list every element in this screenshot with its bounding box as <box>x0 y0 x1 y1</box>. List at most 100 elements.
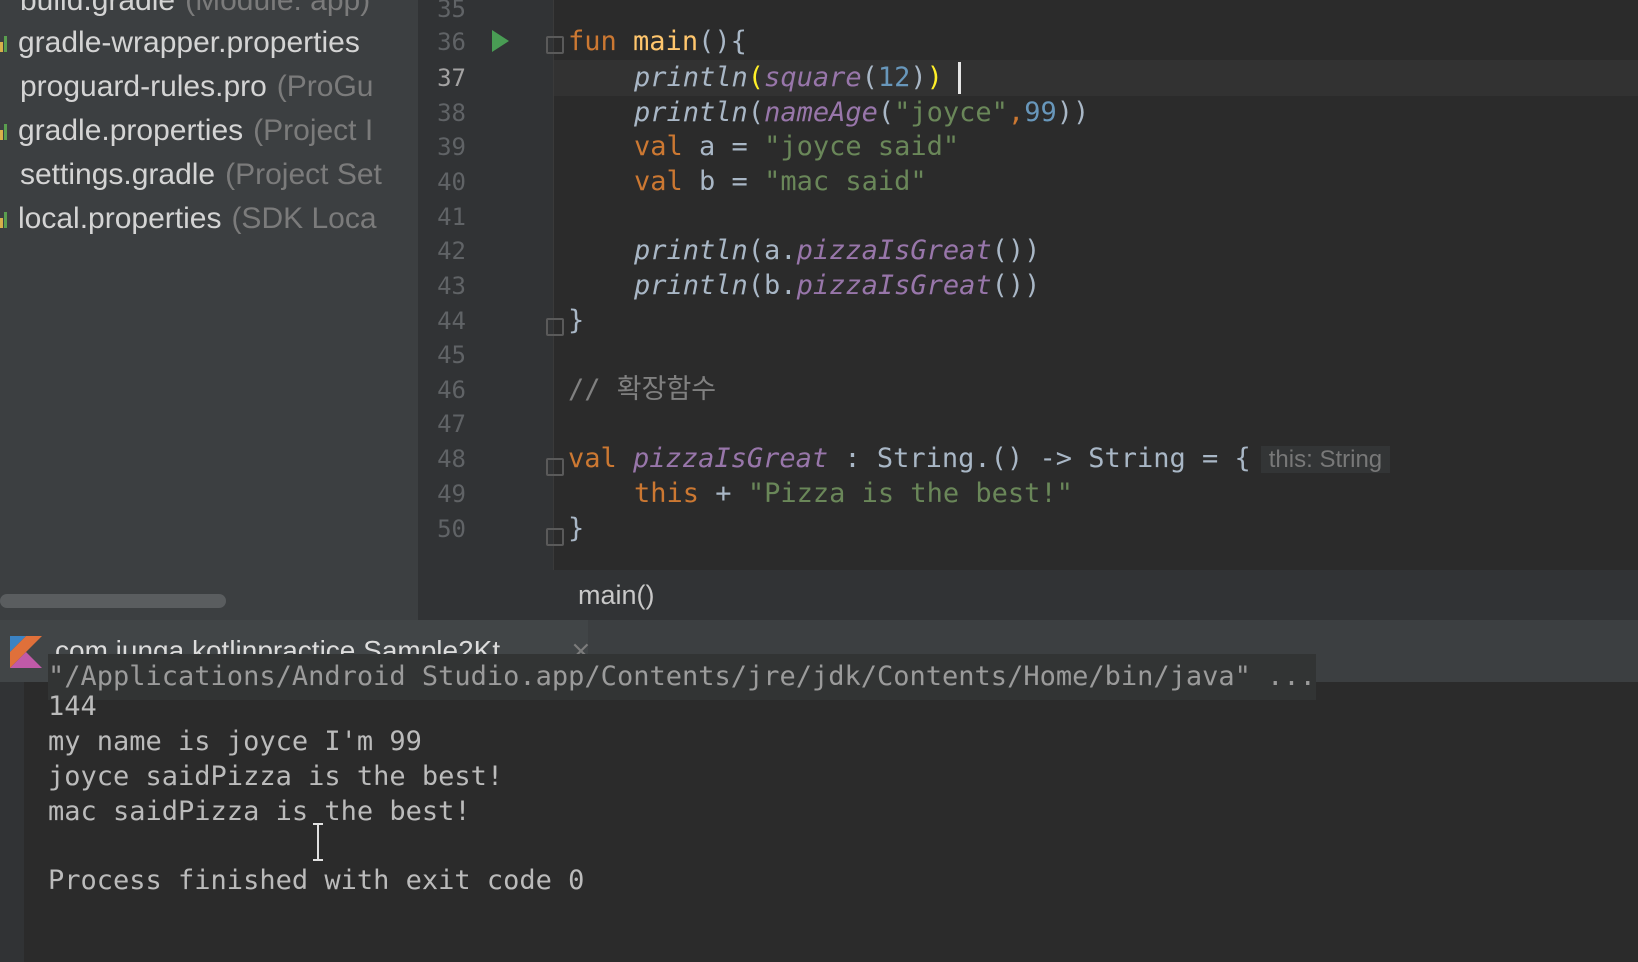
code-line-50: } <box>568 511 584 547</box>
inlay-type-hint: this: String <box>1260 446 1391 473</box>
tree-item-hint: (ProGu <box>276 70 374 103</box>
token-string: "joyce" <box>894 97 1008 128</box>
token-call: square <box>764 62 862 93</box>
tree-item-gradle-wrapper-properties[interactable]: gradle-wrapper.properties <box>0 20 360 66</box>
token-string: "Pizza is the best!" <box>747 478 1073 509</box>
tree-item-label: local.properties <box>18 202 222 235</box>
code-line-46: // 확장함수 <box>568 372 716 408</box>
tree-item-label: gradle-wrapper.properties <box>18 26 360 59</box>
token-punct: ( <box>877 97 895 128</box>
line-number: 42 <box>437 237 466 265</box>
token-punct: (){ <box>698 26 747 57</box>
tree-horizontal-scrollbar[interactable] <box>0 594 226 608</box>
code-line-38: println(nameAge("joyce",99)) <box>634 95 1089 131</box>
code-line-44: } <box>568 303 584 339</box>
tree-item-hint: (Project Set <box>225 158 382 191</box>
line-number: 46 <box>437 376 466 404</box>
line-number: 36 <box>437 28 466 56</box>
token-number: 12 <box>877 62 911 93</box>
console-line: mac saidPizza is the best! <box>48 796 471 827</box>
code-line-37: println(square(12)) <box>634 60 943 96</box>
token-call: println <box>634 97 748 128</box>
line-number: 37 <box>437 64 466 92</box>
code-line-49: this + "Pizza is the best!" <box>634 476 1073 512</box>
token-brace-match: ) <box>926 62 943 93</box>
code-line-36: fun main(){ <box>568 24 747 60</box>
token-punct: ) <box>910 62 927 93</box>
token-string: "joyce said" <box>764 131 960 162</box>
line-number: 38 <box>437 99 466 127</box>
line-number: 45 <box>437 341 466 369</box>
line-number: 47 <box>437 410 466 438</box>
token-plain: + <box>699 478 748 509</box>
console-gutter <box>0 682 24 962</box>
token-plain: a = <box>682 131 765 162</box>
line-number: 49 <box>437 480 466 508</box>
token-call: nameAge <box>764 97 878 128</box>
token-call: pizzaIsGreat <box>796 235 992 266</box>
token-keyword: val <box>568 443 617 474</box>
token-call: println <box>634 270 748 301</box>
tree-item-label: settings.gradle <box>20 158 216 191</box>
gradle-bars-icon <box>0 206 12 228</box>
fold-icon[interactable] <box>546 36 564 54</box>
token-keyword: this <box>634 478 700 509</box>
token-punct: ( <box>861 62 878 93</box>
console-line: "/Applications/Android Studio.app/Conten… <box>48 654 1316 700</box>
line-number: 50 <box>437 515 466 543</box>
breadcrumb-item[interactable]: main() <box>578 572 655 618</box>
code-line-40: val b = "mac said" <box>634 164 927 200</box>
line-number: 39 <box>437 133 466 161</box>
token-plain: (a. <box>747 235 797 266</box>
gradle-bars-icon <box>0 30 12 52</box>
line-number: 35 <box>437 0 466 23</box>
code-line-39: val a = "joyce said" <box>634 129 959 165</box>
gutter-separator <box>553 0 554 570</box>
tree-item-hint: (Module: app) <box>185 0 371 17</box>
tree-item-gradle-properties[interactable]: gradle.properties (Project I <box>0 108 373 154</box>
tree-item-hint: (SDK Loca <box>231 202 377 235</box>
token-plain: (b. <box>747 270 797 301</box>
kotlin-logo-icon <box>10 636 42 668</box>
token-number: 99 <box>1024 97 1057 128</box>
token-function-name: main <box>633 26 699 57</box>
token-plain: : String.() -> String = { <box>828 443 1251 474</box>
token-punct: ()) <box>991 270 1041 301</box>
console-line: joyce saidPizza is the best! <box>48 761 504 792</box>
text-cursor-icon <box>313 823 323 861</box>
console-line: Process finished with exit code 0 <box>48 865 585 896</box>
tree-item-hint: (Project I <box>253 114 374 147</box>
token-call: println <box>634 235 748 266</box>
tree-item-label: proguard-rules.pro <box>20 70 267 103</box>
token-punct: } <box>568 513 585 544</box>
gradle-bars-icon <box>0 118 12 140</box>
line-number: 41 <box>437 203 466 231</box>
token-comment: // 확장함수 <box>568 374 717 405</box>
fold-icon[interactable] <box>546 318 564 336</box>
token-property-name: pizzaIsGreat <box>633 443 829 474</box>
token-plain: b = <box>682 166 765 197</box>
text-caret <box>958 62 961 94</box>
code-line-42: println(a.pizzaIsGreat()) <box>634 233 1040 269</box>
token-punct: , <box>1007 97 1025 128</box>
token-punct: ( <box>747 97 765 128</box>
tree-item-settings-gradle[interactable]: settings.gradle (Project Set <box>0 152 382 198</box>
token-keyword: val <box>634 166 683 197</box>
fold-icon[interactable] <box>546 458 564 476</box>
token-punct: )) <box>1056 97 1090 128</box>
fold-icon[interactable] <box>546 528 564 546</box>
tree-item-local-properties[interactable]: local.properties (SDK Loca <box>0 196 377 242</box>
project-tree-panel: build.gradle (Module: app) gradle-wrapper… <box>0 0 418 620</box>
run-gutter-icon[interactable] <box>492 30 509 52</box>
tree-item-label: build.gradle <box>20 0 176 17</box>
token-string: "mac said" <box>764 166 927 197</box>
token-brace-match: ( <box>747 62 765 93</box>
token-keyword: fun <box>568 26 617 57</box>
tree-item-proguard-rules[interactable]: proguard-rules.pro (ProGu <box>0 64 374 110</box>
token-punct: } <box>568 305 585 336</box>
console-line: 144 <box>48 691 97 722</box>
code-line-43: println(b.pizzaIsGreat()) <box>634 268 1040 304</box>
line-number: 43 <box>437 272 466 300</box>
line-number: 44 <box>437 307 466 335</box>
token-call: println <box>634 62 748 93</box>
